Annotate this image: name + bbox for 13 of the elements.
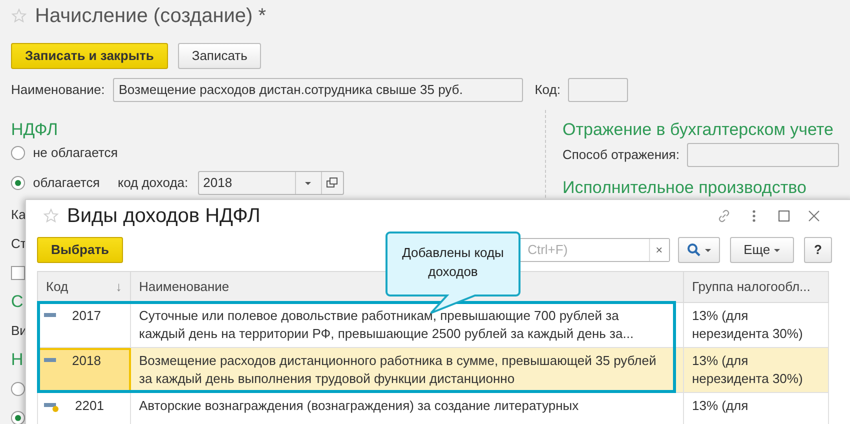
method-label: Способ отражения: <box>562 146 680 164</box>
name-label: Наименование: <box>11 81 105 99</box>
partial-label: Ст <box>11 234 26 252</box>
section-heading: Исполнительное производство <box>562 178 808 198</box>
section-heading: Отражение в бухгалтерском учете <box>562 120 834 140</box>
partial-heading: Н <box>11 350 24 370</box>
partial-label: Ка <box>11 206 26 224</box>
dialog-title: Виды доходов НДФЛ <box>67 207 260 225</box>
section-heading: НДФЛ <box>11 120 59 140</box>
code-label: Код: <box>534 81 560 99</box>
partial-heading: С <box>11 292 24 312</box>
window-title: Начисление (создание) * <box>35 4 266 28</box>
income-code-label: код дохода: <box>118 174 188 192</box>
